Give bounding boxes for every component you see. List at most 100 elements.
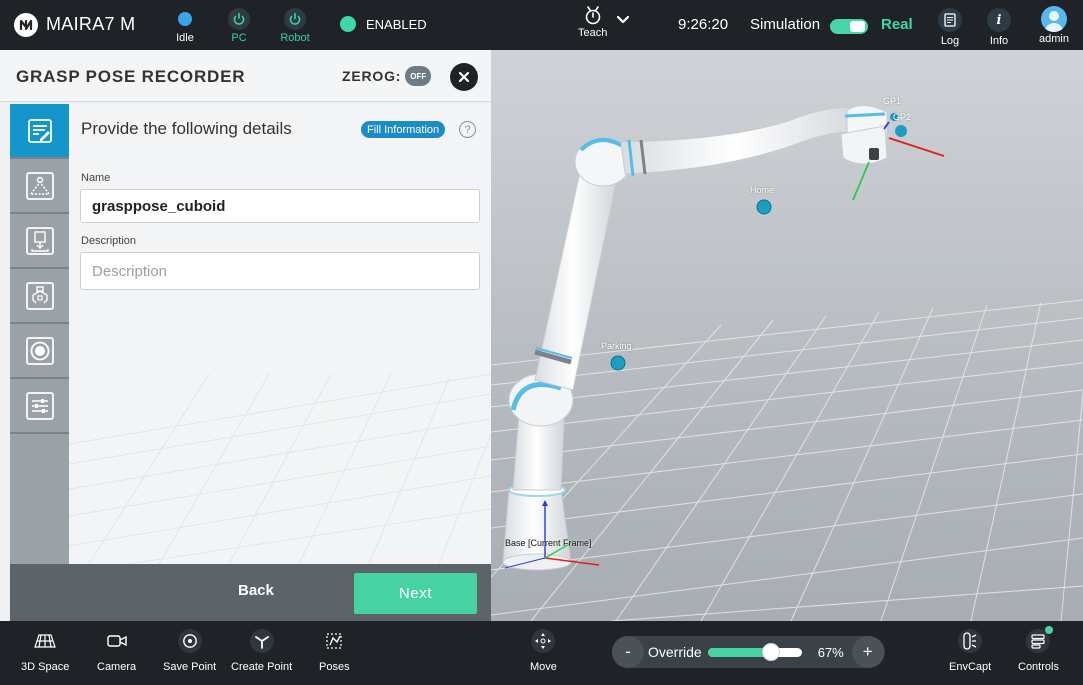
poses-button[interactable]: Poses <box>319 629 350 673</box>
home-point[interactable] <box>756 199 772 215</box>
create-point-label: Create Point <box>231 661 293 673</box>
gripper-icon <box>25 281 54 310</box>
camera-button[interactable]: Camera <box>97 629 136 673</box>
enabled-label: ENABLED <box>366 16 427 32</box>
power-refresh-icon <box>228 8 250 30</box>
grasp-pose-recorder-panel: GRASP POSE RECORDER ZEROG: OFF Provide t… <box>0 50 491 621</box>
override-control: - Override 67% + <box>612 636 885 668</box>
env-capture-icon <box>958 629 983 653</box>
override-value: 67% <box>817 644 844 660</box>
idle-status[interactable]: Idle <box>165 0 205 44</box>
controls-status-dot <box>1045 626 1054 634</box>
user-menu[interactable]: admin <box>1039 6 1069 45</box>
info-icon: i <box>987 8 1011 32</box>
description-label: Description <box>81 235 137 247</box>
name-input[interactable] <box>80 189 480 223</box>
parking-label: Parking <box>601 341 632 351</box>
pc-label: PC <box>231 32 247 44</box>
enabled-dot-icon <box>340 16 356 32</box>
parking-point[interactable] <box>610 355 626 371</box>
panel-header: GRASP POSE RECORDER ZEROG: OFF <box>0 50 491 102</box>
grasp-approach-icon <box>25 171 54 200</box>
override-label: Override <box>648 644 702 660</box>
details-form: Provide the following details Fill Infor… <box>69 104 491 564</box>
override-slider[interactable] <box>707 642 802 661</box>
clock: 9:26:20 <box>678 16 729 33</box>
scene <box>491 105 1083 621</box>
help-icon[interactable]: ? <box>459 121 476 138</box>
simulation-real-toggle[interactable] <box>830 19 868 34</box>
background-grid <box>69 373 491 564</box>
status-dot-icon <box>178 12 192 26</box>
close-button[interactable] <box>450 63 478 91</box>
next-button[interactable]: Next <box>354 573 477 614</box>
envcapt-label: EnvCapt <box>949 661 992 673</box>
bottom-toolbar: 3D Space Camera Save Point Create Point … <box>0 621 1083 685</box>
real-label: Real <box>881 16 913 33</box>
zerog-control[interactable]: ZEROG: OFF <box>342 66 432 86</box>
override-slider-handle[interactable] <box>761 642 780 661</box>
close-icon <box>458 71 470 83</box>
neura-logo-icon <box>14 13 38 37</box>
description-input[interactable] <box>80 252 480 290</box>
chevron-down-icon[interactable] <box>616 12 630 30</box>
save-point-icon <box>177 629 202 653</box>
back-button[interactable]: Back <box>238 582 274 599</box>
gp2-point[interactable] <box>895 125 907 137</box>
zerog-toggle[interactable]: OFF <box>405 66 432 86</box>
avatar <box>1040 6 1067 32</box>
pc-power-button[interactable]: PC <box>219 0 259 44</box>
move-arrows-icon <box>531 629 556 653</box>
create-point-button[interactable]: Create Point <box>231 629 292 673</box>
power-icon <box>284 8 306 30</box>
log-icon <box>938 8 962 32</box>
log-button[interactable]: Log <box>938 8 962 47</box>
save-point-button[interactable]: Save Point <box>163 629 216 673</box>
sidebar-item-gripper[interactable] <box>10 269 69 324</box>
controls-icon <box>1026 626 1054 653</box>
zerog-label: ZEROG: <box>342 68 402 84</box>
move-button[interactable]: Move <box>530 629 557 673</box>
simulation-label: Simulation <box>750 16 821 33</box>
robot-power-button[interactable]: Robot <box>275 0 315 44</box>
override-minus-button[interactable]: - <box>612 636 644 668</box>
poses-icon <box>322 629 346 653</box>
teach-mode-button[interactable]: Teach <box>578 4 607 39</box>
enabled-indicator[interactable]: ENABLED <box>340 16 427 32</box>
home-label: Home <box>750 185 775 195</box>
panel-footer: Back Next <box>10 564 491 621</box>
sliders-icon <box>25 391 54 420</box>
sidebar-item-details[interactable] <box>10 104 69 159</box>
robot-label: Robot <box>280 32 310 44</box>
controls-label: Controls <box>1018 661 1059 673</box>
details-title: Provide the following details <box>81 119 292 138</box>
target-icon <box>25 336 54 365</box>
3d-viewport[interactable]: GP1 GP2 Home Parking Base [Current Frame… <box>491 50 1083 621</box>
top-bar: MAIRA7 M Idle PC Robot ENABLED Teach 9:2… <box>0 0 1083 50</box>
save-point-label: Save Point <box>163 661 217 673</box>
info-button[interactable]: i Info <box>987 8 1011 47</box>
move-label: Move <box>530 661 557 673</box>
3d-grid-icon <box>33 629 57 653</box>
3d-space-button[interactable]: 3D Space <box>21 629 69 673</box>
fill-information-button[interactable]: Fill Information <box>361 121 446 138</box>
sidebar-item-target[interactable] <box>10 324 69 379</box>
camera-label: Camera <box>97 661 137 673</box>
override-plus-button[interactable]: + <box>851 636 884 668</box>
sidebar-item-place[interactable] <box>10 214 69 269</box>
panel-title: GRASP POSE RECORDER <box>16 67 246 86</box>
base-frame-label: Base [Current Frame] <box>505 538 592 548</box>
teach-label: Teach <box>578 27 608 39</box>
poses-label: Poses <box>319 661 350 673</box>
envcapt-button[interactable]: EnvCapt <box>949 629 991 673</box>
sidebar-item-approach[interactable] <box>10 159 69 214</box>
idle-status-label: Idle <box>176 32 194 44</box>
gp1-label: GP1 <box>883 96 902 106</box>
teach-mode-icon <box>585 6 600 25</box>
controls-button[interactable]: Controls <box>1018 626 1059 673</box>
robot-arm <box>502 105 888 571</box>
sidebar-item-settings[interactable] <box>10 379 69 434</box>
place-down-icon <box>25 226 54 255</box>
user-label: admin <box>1039 33 1069 45</box>
brand-name: MAIRA7 M <box>46 14 136 34</box>
